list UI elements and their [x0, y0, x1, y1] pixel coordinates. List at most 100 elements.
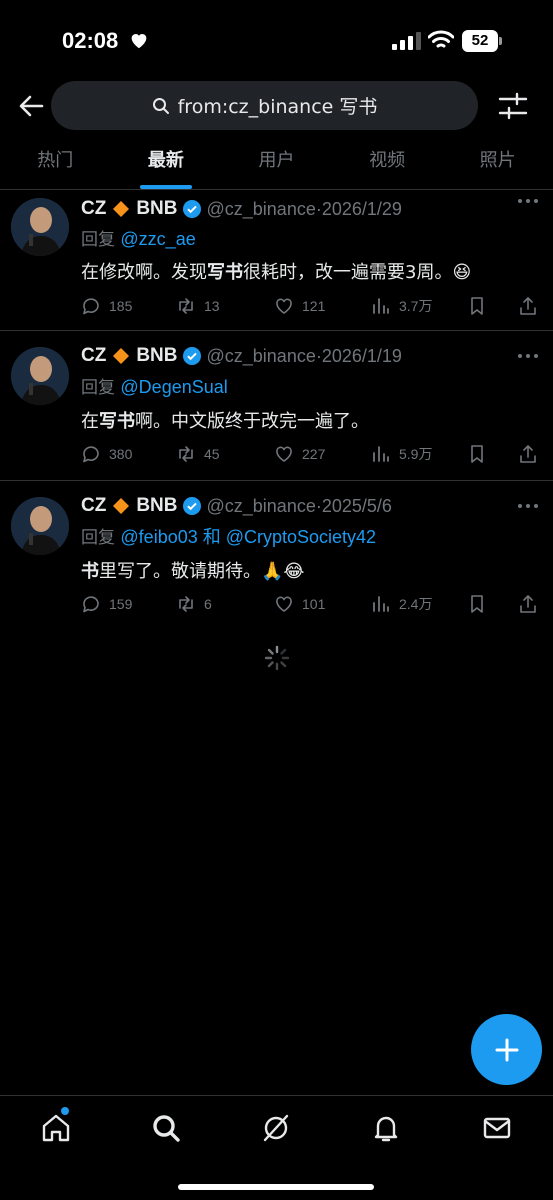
share-button[interactable] [518, 442, 546, 466]
avatar[interactable] [11, 497, 69, 555]
reply-mention-link[interactable]: @DegenSual [120, 377, 227, 397]
like-button[interactable]: 227 [274, 442, 325, 466]
reply-button[interactable]: 185 [81, 294, 132, 318]
avatar-image [11, 497, 69, 555]
like-count: 101 [302, 596, 326, 612]
search-query: from:cz_binance 写书 [177, 96, 378, 118]
reply-mention-link[interactable]: @zzc_ae [120, 229, 195, 249]
display-name-suffix[interactable]: BNB [136, 495, 177, 517]
display-name-suffix[interactable]: BNB [136, 198, 177, 220]
repost-button[interactable]: 45 [176, 442, 220, 466]
user-handle[interactable]: @cz_binance [207, 496, 316, 517]
share-button[interactable] [518, 592, 546, 616]
tab-top[interactable]: 热门 [0, 138, 111, 189]
compose-button[interactable] [471, 1014, 542, 1085]
repost-icon [179, 446, 193, 462]
share-icon [520, 297, 536, 315]
like-icon [276, 446, 292, 462]
cellular-signal-icon [392, 32, 421, 50]
repost-count: 6 [204, 596, 212, 612]
tweet[interactable]: CZ BNB @cz_binance ·2026/1/19 回复 @DegenS… [0, 331, 553, 481]
display-name[interactable]: CZ [81, 495, 106, 517]
notifications-icon[interactable] [370, 1112, 402, 1144]
like-button[interactable]: 101 [274, 592, 325, 616]
filter-icon[interactable] [498, 92, 528, 120]
explore-icon[interactable] [150, 1112, 182, 1144]
like-button[interactable]: 121 [274, 294, 325, 318]
tab-photos[interactable]: 照片 [442, 138, 553, 189]
reply-context: 回复 @feibo03 和 @CryptoSociety42 [81, 523, 376, 549]
more-options-icon[interactable] [517, 196, 539, 206]
home-icon[interactable] [40, 1112, 72, 1144]
display-name[interactable]: CZ [81, 345, 106, 367]
repost-icon [179, 298, 193, 314]
avatar[interactable] [11, 347, 69, 405]
tweet-header: CZ BNB @cz_binance ·2026/1/19 [81, 343, 533, 369]
home-indicator [178, 1184, 374, 1190]
tweet-text: 在修改啊。发现写书很耗时，改一遍需要3周。😆 [81, 262, 472, 283]
tweet-actions: 380 45 227 5.9万 [81, 442, 541, 466]
bookmark-button[interactable] [467, 442, 495, 466]
reply-count: 185 [109, 298, 133, 314]
like-icon [276, 298, 292, 314]
like-count: 227 [302, 446, 326, 462]
reply-button[interactable]: 159 [81, 592, 132, 616]
verified-icon [182, 200, 201, 218]
views-button[interactable]: 5.9万 [371, 442, 432, 466]
reply-button[interactable]: 380 [81, 442, 132, 466]
battery-indicator: 52 [462, 30, 502, 52]
views-icon [373, 298, 389, 314]
grok-icon[interactable] [260, 1112, 292, 1144]
share-icon [520, 595, 536, 613]
wifi-icon [428, 30, 454, 48]
search-input[interactable]: from:cz_binance 写书 [51, 81, 478, 130]
back-arrow-icon[interactable] [16, 90, 48, 122]
views-count: 2.4万 [399, 596, 433, 612]
views-icon [373, 596, 389, 612]
tweet-date: ·2026/1/19 [315, 345, 402, 366]
user-handle[interactable]: @cz_binance [207, 346, 316, 367]
repost-count: 45 [204, 446, 220, 462]
compose-icon [495, 1038, 518, 1061]
like-icon [276, 596, 292, 612]
tweet-text: 在写书啊。中文版终于改完一遍了。 [81, 411, 369, 432]
reply-mention-link[interactable]: @feibo03 和 @CryptoSociety42 [120, 527, 376, 547]
diamond-emoji-icon [113, 201, 130, 217]
like-count: 121 [302, 298, 326, 314]
reply-count: 380 [109, 446, 133, 462]
search-icon [152, 97, 169, 114]
avatar-image [11, 347, 69, 405]
tweet-actions: 185 13 121 3.7万 [81, 294, 541, 318]
home-unread-dot [61, 1107, 69, 1115]
tweet[interactable]: CZ BNB @cz_binance ·2026/1/29 回复 @zzc_ae… [0, 190, 553, 331]
bookmark-button[interactable] [467, 592, 495, 616]
reply-context: 回复 @zzc_ae [81, 225, 196, 250]
bookmark-button[interactable] [467, 294, 495, 318]
tweet[interactable]: CZ BNB @cz_binance ·2025/5/6 回复 @feibo03… [0, 481, 553, 631]
tweet-header: CZ BNB @cz_binance ·2025/5/6 [81, 493, 533, 519]
user-handle[interactable]: @cz_binance [207, 199, 316, 220]
display-name-suffix[interactable]: BNB [136, 345, 177, 367]
share-icon [520, 445, 536, 463]
tab-videos[interactable]: 视频 [332, 138, 443, 189]
repost-button[interactable]: 13 [176, 294, 220, 318]
views-button[interactable]: 2.4万 [371, 592, 432, 616]
views-icon [373, 446, 389, 462]
display-name[interactable]: CZ [81, 198, 106, 220]
tab-latest[interactable]: 最新 [111, 138, 222, 189]
repost-button[interactable]: 6 [176, 592, 212, 616]
share-button[interactable] [518, 294, 546, 318]
status-time: 02:08 [62, 28, 119, 53]
more-options-icon[interactable] [517, 351, 539, 361]
messages-icon[interactable] [481, 1112, 513, 1144]
loading-spinner-icon [264, 645, 290, 671]
reply-prefix: 回复 [81, 528, 115, 548]
views-button[interactable]: 3.7万 [371, 294, 432, 318]
status-bar: 02:08 52 [0, 0, 553, 80]
more-options-icon[interactable] [517, 501, 539, 511]
avatar[interactable] [11, 198, 69, 256]
verified-icon [182, 347, 201, 365]
search-tabs: 热门 最新 用户 视频 照片 [0, 138, 553, 190]
reply-count: 159 [109, 596, 133, 612]
tab-people[interactable]: 用户 [221, 138, 332, 189]
